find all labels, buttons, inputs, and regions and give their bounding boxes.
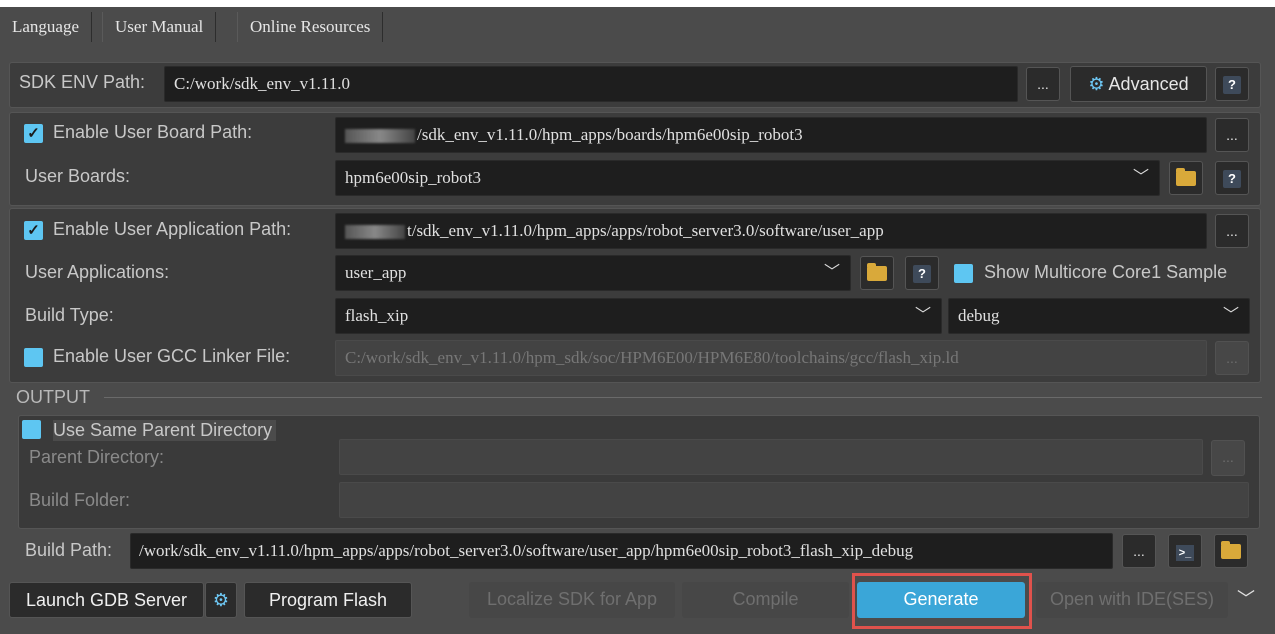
board-path-field[interactable]: /sdk_env_v1.11.0/hpm_apps/boards/hpm6e00…	[335, 117, 1207, 153]
build-path-field[interactable]: /work/sdk_env_v1.11.0/hpm_apps/apps/robo…	[130, 533, 1113, 569]
parent-dir-field[interactable]	[339, 439, 1203, 475]
advanced-label: Advanced	[1108, 74, 1189, 94]
app-window: Language User Manual Online Resources SD…	[0, 7, 1275, 634]
board-help-button[interactable]: ?	[1215, 161, 1249, 195]
terminal-button[interactable]: >_	[1168, 534, 1202, 568]
gear-icon: ⚙	[1088, 74, 1105, 94]
app-browse-button[interactable]: ...	[1215, 214, 1249, 248]
chevron-down-icon: ﹀	[1237, 589, 1255, 609]
open-ide-dropdown[interactable]: ﹀	[1230, 582, 1262, 618]
enable-app-checkbox[interactable]: ✓	[24, 221, 43, 240]
enable-app-label: Enable User Application Path:	[53, 219, 292, 239]
redacted-text	[345, 225, 405, 240]
advanced-button[interactable]: ⚙ Advanced	[1070, 66, 1207, 102]
program-flash-button[interactable]: Program Flash	[244, 582, 412, 618]
app-folder-button[interactable]	[860, 256, 894, 290]
chevron-down-icon: ﹀	[914, 307, 931, 324]
same-parent-label: Use Same Parent Directory	[53, 420, 277, 441]
app-help-button[interactable]: ?	[905, 256, 939, 290]
linker-file-field[interactable]: C:/work/sdk_env_v1.11.0/hpm_sdk/soc/HPM6…	[335, 340, 1207, 376]
gdb-settings-button[interactable]: ⚙	[205, 582, 237, 618]
redacted-text	[345, 129, 415, 144]
build-folder-label: Build Folder:	[29, 490, 131, 510]
menu-language[interactable]: Language	[0, 12, 93, 42]
build-type-select[interactable]: flash_xip ﹀	[335, 298, 942, 334]
menu-bar: Language User Manual Online Resources	[0, 7, 1275, 46]
build-path-folder-button[interactable]	[1214, 534, 1248, 568]
user-boards-label: User Boards:	[25, 166, 131, 186]
board-browse-button[interactable]: ...	[1215, 118, 1249, 152]
sdk-env-path-field[interactable]: C:/work/sdk_env_v1.11.0	[164, 66, 1018, 102]
build-path-browse-button[interactable]: ...	[1122, 534, 1156, 568]
help-icon: ?	[913, 265, 931, 283]
menu-online-resources[interactable]: Online Resources	[237, 12, 384, 42]
help-icon: ?	[1223, 76, 1241, 94]
enable-board-label: Enable User Board Path:	[53, 122, 253, 142]
help-icon: ?	[1223, 170, 1241, 188]
build-path-label: Build Path:	[25, 540, 113, 560]
board-folder-button[interactable]	[1169, 161, 1203, 195]
enable-linker-checkbox[interactable]	[24, 348, 43, 367]
user-boards-select[interactable]: hpm6e00sip_robot3 ﹀	[335, 160, 1160, 196]
build-type-label: Build Type:	[25, 305, 114, 325]
sdk-env-browse-button[interactable]: ...	[1026, 67, 1060, 101]
linker-browse-button[interactable]: ...	[1215, 341, 1249, 375]
output-section-label: OUTPUT	[16, 387, 90, 407]
parent-dir-browse-button[interactable]: ...	[1211, 440, 1245, 476]
app-path-field[interactable]: t/sdk_env_v1.11.0/hpm_apps/apps/robot_se…	[335, 213, 1207, 249]
parent-dir-label: Parent Directory:	[29, 447, 165, 467]
multicore-label: Show Multicore Core1 Sample	[984, 262, 1228, 282]
sdk-env-label: SDK ENV Path:	[19, 72, 146, 92]
generate-button[interactable]: Generate	[857, 582, 1025, 618]
same-parent-checkbox[interactable]	[22, 420, 41, 439]
gear-icon: ⚙	[212, 590, 230, 610]
sdk-help-button[interactable]: ?	[1215, 67, 1249, 101]
user-apps-label: User Applications:	[25, 262, 170, 282]
chevron-down-icon: ﹀	[823, 264, 840, 281]
terminal-icon: >_	[1176, 545, 1194, 561]
folder-icon	[867, 263, 887, 281]
chevron-down-icon: ﹀	[1222, 307, 1239, 324]
localize-sdk-button[interactable]: Localize SDK for App	[469, 582, 675, 618]
build-mode-select[interactable]: debug ﹀	[948, 298, 1250, 334]
open-ide-button[interactable]: Open with IDE(SES)	[1036, 582, 1228, 618]
menu-user-manual[interactable]: User Manual	[102, 12, 217, 42]
build-folder-field[interactable]	[339, 482, 1249, 518]
enable-linker-label: Enable User GCC Linker File:	[53, 346, 291, 366]
compile-button[interactable]: Compile	[682, 582, 849, 618]
launch-gdb-button[interactable]: Launch GDB Server	[9, 582, 204, 618]
output-divider	[104, 397, 1262, 398]
user-apps-select[interactable]: user_app ﹀	[335, 255, 851, 291]
enable-board-checkbox[interactable]: ✓	[24, 124, 43, 143]
folder-icon	[1221, 541, 1241, 559]
folder-icon	[1176, 168, 1196, 186]
multicore-checkbox[interactable]	[954, 264, 973, 283]
chevron-down-icon: ﹀	[1132, 169, 1149, 186]
